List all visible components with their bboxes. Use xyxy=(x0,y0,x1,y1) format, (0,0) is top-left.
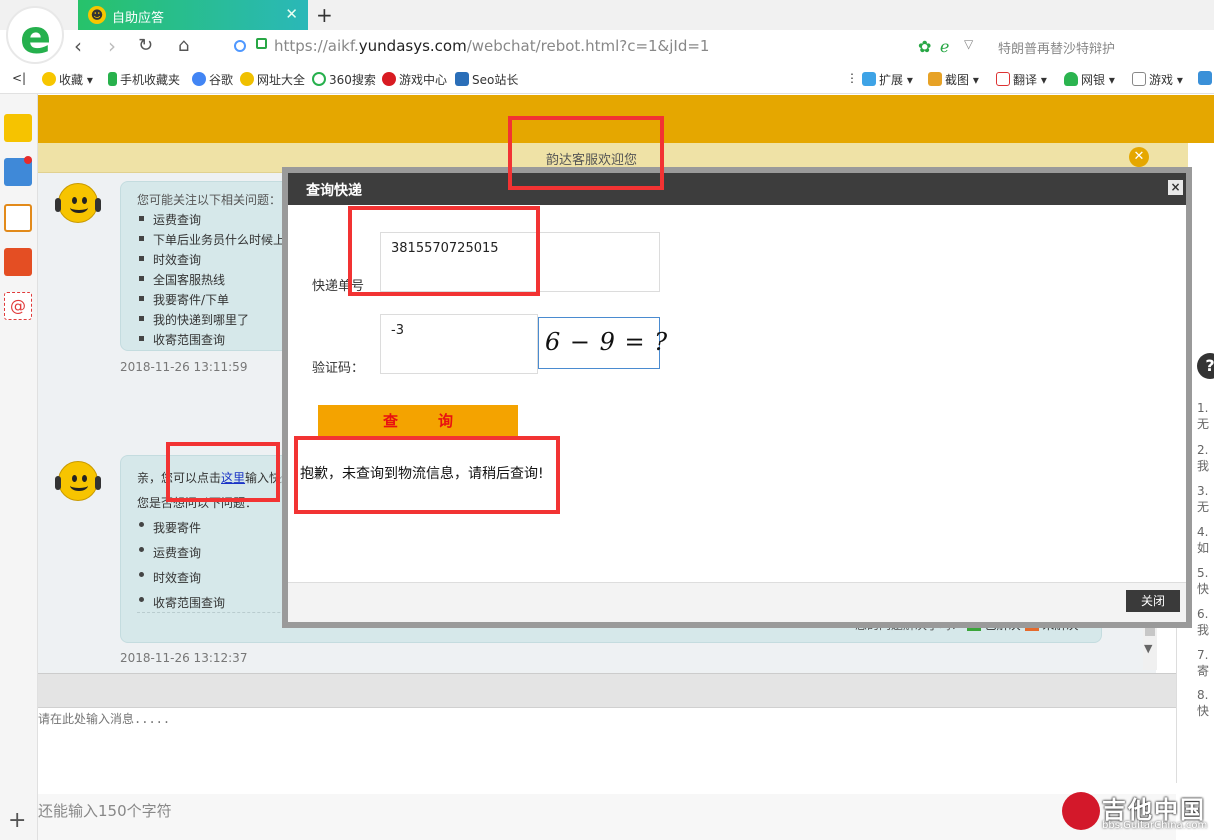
annotation-box xyxy=(294,436,560,514)
puzzle-icon xyxy=(862,72,876,86)
char-counter: 还能输入150个字符 xyxy=(38,802,172,820)
tool-screenshot[interactable]: 截图 ▾ xyxy=(928,71,979,88)
game-center-icon xyxy=(382,72,396,86)
bookmark-360[interactable]: 360搜索 xyxy=(312,71,376,88)
shield-icon xyxy=(1064,72,1078,86)
captcha-label: 验证码： xyxy=(312,361,365,376)
gamepad-icon xyxy=(1132,72,1146,86)
collapse-sidebar-icon[interactable]: <| xyxy=(12,71,26,85)
faq-item[interactable]: 1. 无 xyxy=(1197,401,1214,432)
browser-tab[interactable]: ☻ 自助应答 ✕ xyxy=(78,0,308,30)
faq-item[interactable]: 5. 快 xyxy=(1197,566,1214,597)
tool-more[interactable] xyxy=(1198,71,1214,86)
bot-avatar xyxy=(55,183,101,223)
scissors-icon xyxy=(928,72,942,86)
browser-sidebar: @ xyxy=(0,94,38,840)
recycle-icon[interactable]: ✿ xyxy=(918,37,931,56)
browser-logo[interactable]: e xyxy=(6,6,64,64)
headphone-right xyxy=(95,198,101,212)
bookmark-google[interactable]: 谷歌 xyxy=(192,71,233,88)
guitar-logo-icon xyxy=(1062,792,1100,830)
mobile-icon xyxy=(108,72,117,86)
lock-icon xyxy=(256,38,267,49)
annotation-box xyxy=(348,206,540,296)
chevron-down-icon[interactable]: ▽ xyxy=(964,37,973,51)
faq-item[interactable]: 8. 快 xyxy=(1197,688,1214,719)
url-text: https://aikf.yundasys.com/webchat/rebot.… xyxy=(274,37,710,55)
avatar-mouth xyxy=(70,480,88,491)
search-360-icon xyxy=(312,72,326,86)
faq-item[interactable]: 3. 无 xyxy=(1197,484,1214,515)
more-tool-icon xyxy=(1198,71,1212,85)
sidebar-favorites-star-icon[interactable] xyxy=(4,114,32,142)
bookmark-favorites[interactable]: 收藏 ▾ xyxy=(42,71,93,88)
message-timestamp: 2018-11-26 13:11:59 xyxy=(120,360,248,374)
input-toolbar xyxy=(38,674,1176,708)
translate-icon xyxy=(996,72,1010,86)
sidebar-weibo-icon[interactable] xyxy=(4,248,32,276)
bot-avatar xyxy=(55,461,101,501)
browser-e-icon: e xyxy=(20,10,52,64)
sidebar-book-icon[interactable] xyxy=(4,204,32,232)
captcha-image[interactable]: 6 − 9 = ? xyxy=(538,317,667,369)
help-question-icon: ? xyxy=(1197,353,1214,379)
tool-translate[interactable]: 翻译 ▾ xyxy=(996,71,1047,88)
new-tab-icon[interactable]: + xyxy=(316,3,333,27)
message-input-area: 还能输入150个字符 xyxy=(38,673,1176,840)
annotation-box xyxy=(166,442,280,502)
welcome-close-icon[interactable]: ✕ xyxy=(1129,147,1149,167)
bookmark-mobile[interactable]: 手机收藏夹 xyxy=(108,71,180,88)
news-suggestion[interactable]: 特朗普再替沙特辩护 xyxy=(998,38,1115,57)
tool-ebank[interactable]: 网银 ▾ xyxy=(1064,71,1115,88)
home-icon[interactable]: ⌂ xyxy=(178,35,189,56)
scroll-down-icon[interactable]: ▼ xyxy=(1144,642,1152,655)
google-icon xyxy=(192,72,206,86)
site-info-icon[interactable] xyxy=(234,40,246,52)
browser-e-small-icon[interactable]: ℯ xyxy=(940,37,949,56)
dialog-title: 查询快递 xyxy=(306,183,362,199)
address-bar[interactable]: https://aikf.yundasys.com/webchat/rebot.… xyxy=(224,33,984,59)
message-input[interactable] xyxy=(38,708,1176,794)
query-button[interactable]: 查询 xyxy=(318,405,518,439)
headphone-right xyxy=(95,476,101,490)
faq-item[interactable]: 4. 如 xyxy=(1197,525,1214,556)
headphone-left xyxy=(55,476,61,490)
bookmarks-bar: <| 收藏 ▾ 手机收藏夹 谷歌 网址大全 360搜索 游戏中心 Seo站长 ⋮… xyxy=(0,64,1214,94)
bookmark-seo[interactable]: Seo站长 xyxy=(455,71,518,88)
star-icon xyxy=(42,72,56,86)
tab-close-icon[interactable]: ✕ xyxy=(285,5,298,23)
refresh-icon[interactable]: ↻ xyxy=(138,35,153,56)
watermark: 吉他中国 bbs.GuitarChina.com xyxy=(1060,788,1210,836)
tool-game[interactable]: 游戏 ▾ xyxy=(1132,71,1183,88)
address-bar-right: ✿ ℯ ▽ 特朗普再替沙特辩护 xyxy=(916,35,1214,57)
sidebar-add-icon[interactable]: + xyxy=(8,808,26,833)
avatar-mouth xyxy=(70,202,88,213)
faq-item[interactable]: 2. 我 xyxy=(1197,443,1214,474)
notification-dot xyxy=(24,156,32,164)
hao-icon xyxy=(240,72,254,86)
watermark-en: bbs.GuitarChina.com xyxy=(1102,820,1208,831)
seo-icon xyxy=(455,72,469,86)
tab-title: 自助应答 xyxy=(112,11,165,26)
faq-item[interactable]: 6. 我 xyxy=(1197,607,1214,638)
bookmark-hao[interactable]: 网址大全 xyxy=(240,71,305,88)
forward-icon[interactable]: › xyxy=(108,34,116,58)
annotation-box xyxy=(508,116,664,190)
faq-item[interactable]: 7. 寄 xyxy=(1197,648,1214,679)
headphone-left xyxy=(55,198,61,212)
smiley-favicon-icon: ☻ xyxy=(88,6,106,24)
dialog-footer: 关闭 xyxy=(288,582,1186,622)
captcha-input[interactable]: -3 xyxy=(380,314,538,374)
bookmark-game-center[interactable]: 游戏中心 xyxy=(382,71,447,88)
close-button[interactable]: 关闭 xyxy=(1126,590,1180,612)
dialog-close-icon[interactable]: × xyxy=(1168,180,1183,195)
back-icon[interactable]: ‹ xyxy=(74,34,82,58)
message-timestamp: 2018-11-26 13:12:37 xyxy=(120,651,248,665)
sidebar-mail-icon[interactable]: @ xyxy=(4,292,32,320)
dialog-titlebar: 查询快递 × xyxy=(288,173,1186,205)
tool-extensions[interactable]: 扩展 ▾ xyxy=(862,71,913,88)
